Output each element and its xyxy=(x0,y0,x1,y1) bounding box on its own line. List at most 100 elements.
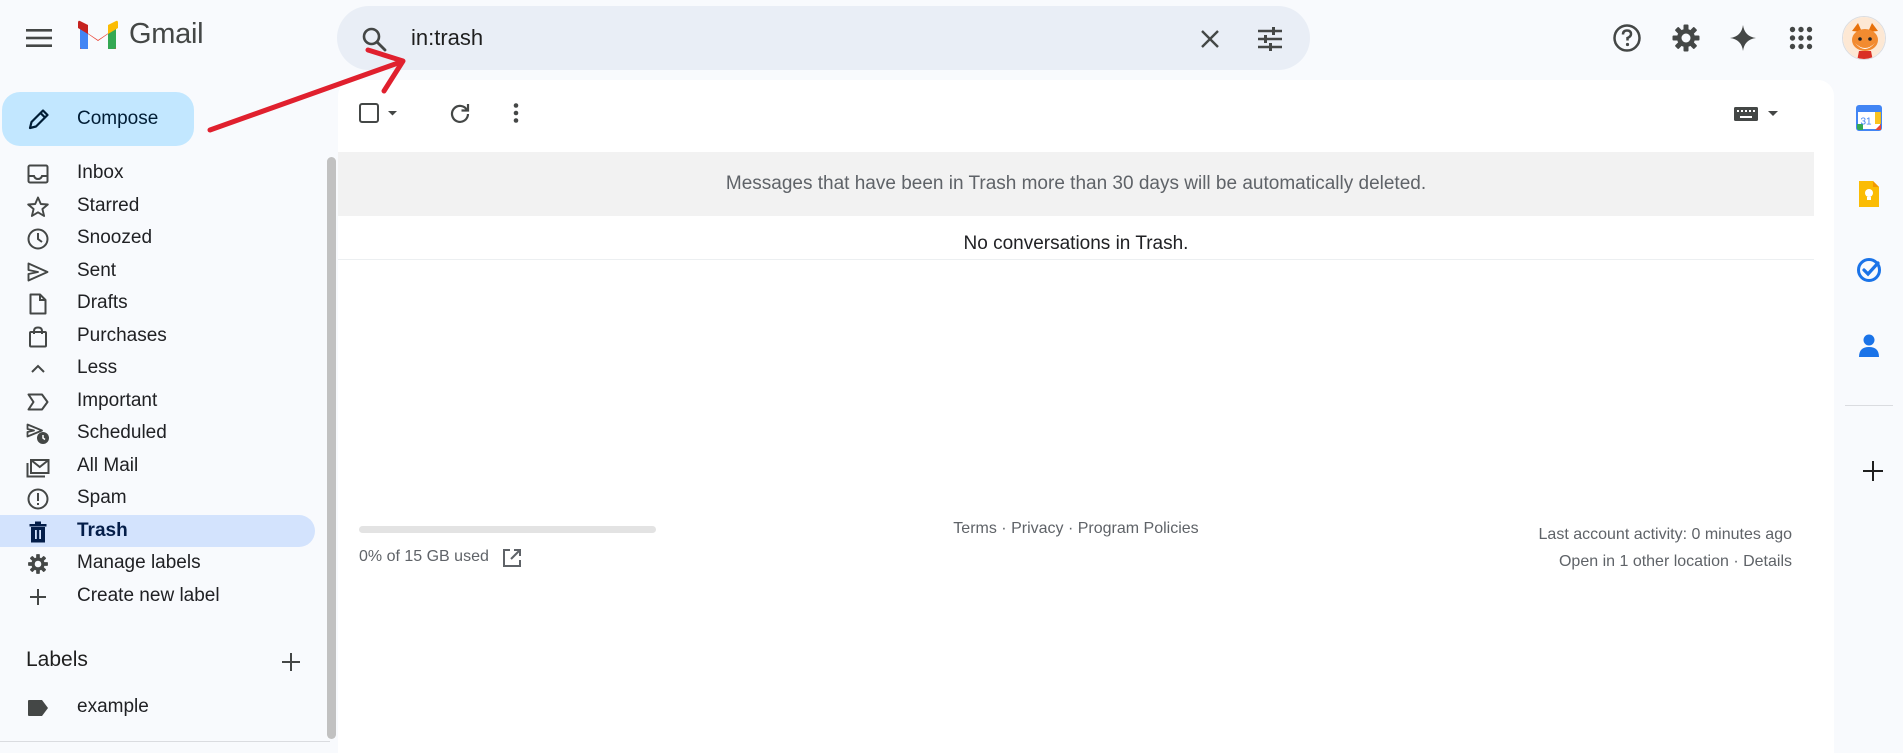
sidebar-scrollbar[interactable] xyxy=(327,157,336,739)
important-icon xyxy=(26,390,50,414)
sidebar-item-create-label[interactable]: Create new label xyxy=(0,580,316,613)
gmail-logo-icon xyxy=(78,20,118,49)
search-input[interactable]: in:trash xyxy=(411,6,483,70)
gemini-button[interactable] xyxy=(1723,18,1763,58)
sidebar-item-drafts[interactable]: Drafts xyxy=(0,287,316,320)
keep-app-button[interactable] xyxy=(1847,172,1891,216)
account-activity: Last account activity: 0 minutes ago Ope… xyxy=(1539,521,1792,575)
create-label-button[interactable] xyxy=(276,647,306,677)
get-addons-button[interactable] xyxy=(1851,449,1895,493)
search-options-button[interactable] xyxy=(1251,20,1289,58)
gmail-logo[interactable]: Gmail xyxy=(77,18,204,51)
sidebar-divider xyxy=(0,741,330,742)
clock-icon xyxy=(26,227,50,251)
fox-avatar-icon xyxy=(1843,17,1885,59)
empty-state: No conversations in Trash. xyxy=(338,216,1814,340)
sidebar-item-trash[interactable]: Trash xyxy=(0,514,315,547)
keep-icon xyxy=(1859,181,1879,207)
trash-icon xyxy=(26,520,50,544)
calendar-day: 31 xyxy=(1860,117,1872,128)
labels-heading: Labels xyxy=(26,648,88,671)
sidebar-item-label: Sent xyxy=(77,259,117,281)
google-apps-button[interactable] xyxy=(1781,18,1821,58)
sidebar-item-purchases[interactable]: Purchases xyxy=(0,320,316,353)
sidebar-item-label: Purchases xyxy=(77,324,167,346)
sidebar-item-spam[interactable]: Spam xyxy=(0,482,316,515)
calendar-icon: 31 xyxy=(1856,105,1882,131)
apps-grid-icon xyxy=(1789,26,1813,50)
storage-usage-text: 0% of 15 GB used xyxy=(359,548,489,565)
list-divider xyxy=(338,259,1814,260)
gear-icon xyxy=(1672,24,1700,52)
add-icon xyxy=(1863,461,1883,481)
terms-link[interactable]: Terms xyxy=(953,520,997,537)
activity-details-link[interactable]: Open in 1 other location · Details xyxy=(1539,548,1792,575)
tasks-icon xyxy=(1857,258,1881,282)
sidebar-item-all-mail[interactable]: All Mail xyxy=(0,450,316,483)
sidebar-item-starred[interactable]: Starred xyxy=(0,190,316,223)
search-button[interactable] xyxy=(357,22,391,56)
sidebar-item-label: Less xyxy=(77,357,118,379)
label-item-example[interactable]: example xyxy=(0,691,316,723)
star-icon xyxy=(26,195,50,219)
menu-icon xyxy=(26,29,52,47)
close-icon xyxy=(1201,30,1219,48)
privacy-link[interactable]: Privacy xyxy=(1011,520,1063,537)
chevron-up-icon xyxy=(26,357,50,381)
sidebar-item-label: All Mail xyxy=(77,454,139,476)
all-mail-icon xyxy=(26,455,50,479)
sidebar-item-scheduled[interactable]: Scheduled xyxy=(0,417,316,450)
compose-label: Compose xyxy=(77,108,159,129)
sidebar-item-snoozed[interactable]: Snoozed xyxy=(0,222,316,255)
sidebar-item-label: Drafts xyxy=(77,292,128,314)
sparkle-icon xyxy=(1730,25,1756,51)
sidebar-item-important[interactable]: Important xyxy=(0,385,316,418)
pencil-icon xyxy=(24,104,54,134)
sidebar-item-label: Snoozed xyxy=(77,227,153,249)
sidebar-item-label: Spam xyxy=(77,487,127,509)
inbox-icon xyxy=(26,162,50,186)
manage-storage-link[interactable] xyxy=(499,545,525,571)
last-activity-text: Last account activity: 0 minutes ago xyxy=(1538,526,1792,543)
sidebar-item-label: Trash xyxy=(77,519,128,541)
refresh-icon xyxy=(450,104,470,123)
sidebar-item-less[interactable]: Less xyxy=(0,352,316,385)
plus-icon xyxy=(26,585,50,609)
sidebar-item-manage-labels[interactable]: Manage labels xyxy=(0,547,316,580)
main-menu-button[interactable] xyxy=(17,18,61,58)
sidebar-nav: Inbox Starred Snoozed Sent Drafts Purcha… xyxy=(0,157,316,612)
settings-button[interactable] xyxy=(1666,18,1706,58)
sidebar-item-label: Inbox xyxy=(77,162,124,184)
account-avatar[interactable] xyxy=(1842,16,1886,60)
empty-state-message: No conversations in Trash. xyxy=(963,233,1189,254)
sidebar-item-sent[interactable]: Sent xyxy=(0,255,316,288)
sidebar-item-label: Create new label xyxy=(77,584,220,606)
gear-icon xyxy=(26,552,50,576)
sidebar-item-label: Manage labels xyxy=(77,552,201,574)
sidebar-item-inbox[interactable]: Inbox xyxy=(0,157,316,190)
compose-button[interactable]: Compose xyxy=(2,92,194,146)
more-vert-icon xyxy=(513,103,519,123)
scheduled-icon xyxy=(26,422,50,446)
refresh-button[interactable] xyxy=(440,93,480,133)
sidebar-item-label: Starred xyxy=(77,194,140,216)
program-policies-link[interactable]: Program Policies xyxy=(1078,520,1199,537)
plus-icon xyxy=(282,653,300,671)
trash-retention-banner: Messages that have been in Trash more th… xyxy=(338,152,1814,216)
shopping-bag-icon xyxy=(26,325,50,349)
send-icon xyxy=(26,260,50,284)
clear-search-button[interactable] xyxy=(1191,20,1229,58)
tune-icon xyxy=(1258,27,1282,51)
support-button[interactable] xyxy=(1607,18,1647,58)
sidebar-item-label: Important xyxy=(77,389,158,411)
search-bar[interactable]: in:trash xyxy=(337,6,1310,70)
calendar-app-button[interactable]: 31 xyxy=(1847,96,1891,140)
contacts-app-button[interactable] xyxy=(1847,324,1891,368)
app-name: Gmail xyxy=(129,18,204,50)
help-icon xyxy=(1613,24,1641,52)
select-all-checkbox[interactable] xyxy=(356,93,406,133)
open-in-new-icon xyxy=(503,549,521,567)
tasks-app-button[interactable] xyxy=(1847,248,1891,292)
more-actions-button[interactable] xyxy=(496,93,536,133)
input-tools-button[interactable] xyxy=(1731,93,1789,133)
